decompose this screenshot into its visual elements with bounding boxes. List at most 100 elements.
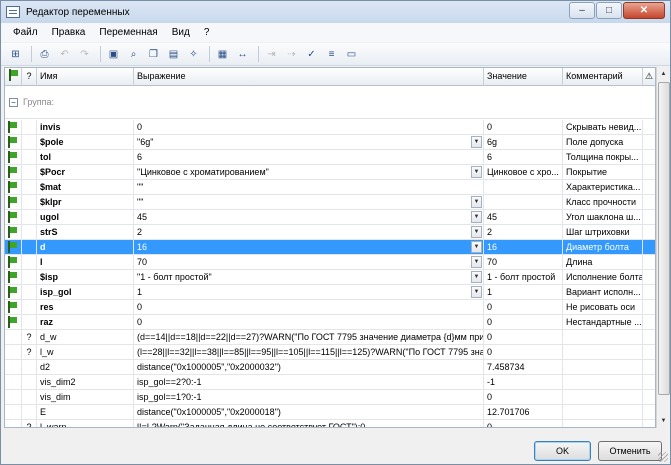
column-header-value[interactable]: Значение [484, 68, 563, 86]
expression-cell[interactable]: 0 [134, 315, 484, 330]
flag-cell[interactable] [5, 420, 22, 427]
calc-icon[interactable]: ▦ [214, 46, 231, 62]
expression-cell[interactable]: "" ▼ [134, 195, 484, 210]
comment-cell[interactable] [563, 405, 643, 420]
comment-cell[interactable]: Толщина покры... [563, 150, 643, 165]
vertical-scrollbar[interactable]: ▲ ▼ [656, 67, 670, 428]
comment-cell[interactable]: Характеристика... [563, 180, 643, 195]
table-row[interactable]: vis_dim isp_gol==1?0:-1 0 [5, 390, 655, 405]
variable-name[interactable]: l_warn [37, 420, 134, 427]
ok-button[interactable]: OK [534, 441, 591, 461]
expression-cell[interactable]: (l==28||l==32||l==38||l==85||l==95||l==1… [134, 345, 484, 360]
comment-cell[interactable]: Угол шаклона ш... [563, 210, 643, 225]
comment-cell[interactable]: Не рисовать оси [563, 300, 643, 315]
warning-icon[interactable]: ⚠ [643, 68, 655, 86]
variable-name[interactable]: $klpr [37, 195, 134, 210]
dropdown-arrow-icon[interactable]: ▼ [471, 166, 482, 178]
flag-cell[interactable] [5, 135, 22, 150]
maximize-button[interactable]: □ [596, 2, 622, 19]
flag-cell[interactable] [5, 345, 22, 360]
paste-icon[interactable]: ▤ [165, 46, 182, 62]
variable-name[interactable]: $Pocr [37, 165, 134, 180]
table-row[interactable]: d 16 ▼ 16 Диаметр болта [5, 240, 655, 255]
flag-cell[interactable] [5, 210, 22, 225]
flag-cell[interactable] [5, 120, 22, 135]
comment-cell[interactable]: Нестандартные ... [563, 315, 643, 330]
column-header-name[interactable]: Имя [37, 68, 134, 86]
expression-cell[interactable]: "" [134, 180, 484, 195]
table-row[interactable]: $klpr "" ▼ Класс прочности [5, 195, 655, 210]
close-button[interactable]: ✕ [623, 2, 665, 19]
menu-file[interactable]: Файл [13, 27, 38, 38]
comment-cell[interactable]: Поле допуска [563, 135, 643, 150]
expression-cell[interactable]: distance("0x1000005","0x2000032") [134, 360, 484, 375]
flag-cell[interactable] [5, 375, 22, 390]
expression-cell[interactable]: 0 [134, 300, 484, 315]
scroll-down-icon[interactable]: ▼ [657, 414, 670, 428]
redo-icon[interactable]: ↷ [76, 46, 93, 62]
comment-cell[interactable]: Шаг штриховки [563, 225, 643, 240]
copy-icon[interactable]: ❐ [145, 46, 162, 62]
flag-cell[interactable] [5, 150, 22, 165]
table-row[interactable]: $Pocr "Цинковое с хроматированием" ▼ Цинков… [5, 165, 655, 180]
column-header-flag[interactable] [5, 68, 22, 86]
table-row[interactable]: l 70 ▼ 70 Длина [5, 255, 655, 270]
dropdown-arrow-icon[interactable]: ▼ [471, 241, 482, 253]
variable-name[interactable]: isp_gol [37, 285, 134, 300]
flag-cell[interactable] [5, 165, 22, 180]
var-props-icon[interactable]: ≡ [323, 46, 340, 62]
table-row[interactable]: ? l_warn l!=L?Warn("Заданная длина не соот… [5, 420, 655, 427]
variable-name[interactable]: d_w [37, 330, 134, 345]
variable-name[interactable]: $mat [37, 180, 134, 195]
flag-cell[interactable] [5, 195, 22, 210]
binoculars-icon[interactable]: ⌕ [125, 46, 142, 62]
resize-grip[interactable] [658, 452, 668, 462]
table-row[interactable]: d2 distance("0x1000005","0x2000032") 7.458… [5, 360, 655, 375]
expression-cell[interactable]: "1 - болт простой" ▼ [134, 270, 484, 285]
flag-cell[interactable] [5, 270, 22, 285]
var-add-icon[interactable]: ⊞ [7, 46, 24, 62]
comment-cell[interactable] [563, 420, 643, 427]
column-header-question[interactable]: ? [22, 68, 37, 86]
print-icon[interactable]: ⎙ [36, 46, 53, 62]
variable-name[interactable]: $isp [37, 270, 134, 285]
flag-cell[interactable] [5, 225, 22, 240]
variable-name[interactable]: E [37, 405, 134, 420]
flag-cell[interactable] [5, 255, 22, 270]
expression-cell[interactable]: isp_gol==2?0:-1 [134, 375, 484, 390]
flag-cell[interactable] [5, 360, 22, 375]
menu-help[interactable]: ? [204, 27, 210, 38]
dropdown-arrow-icon[interactable]: ▼ [471, 196, 482, 208]
expression-cell[interactable]: 2 ▼ [134, 225, 484, 240]
comment-cell[interactable]: Длина [563, 255, 643, 270]
comment-cell[interactable]: Скрывать невид... [563, 120, 643, 135]
group-row[interactable]: − Группа: [5, 87, 655, 119]
expression-cell[interactable]: "Цинковое с хроматированием" ▼ [134, 165, 484, 180]
comment-cell[interactable] [563, 390, 643, 405]
variable-name[interactable]: ugol [37, 210, 134, 225]
menu-variable[interactable]: Переменная [99, 27, 157, 38]
wizard-icon[interactable]: ✧ [185, 46, 202, 62]
variable-name[interactable]: res [37, 300, 134, 315]
comment-cell[interactable]: Исполнение болта [563, 270, 643, 285]
variable-name[interactable]: d [37, 240, 134, 255]
table-row[interactable]: res 0 0 Не рисовать оси [5, 300, 655, 315]
variable-name[interactable]: d2 [37, 360, 134, 375]
expression-cell[interactable]: 0 [134, 120, 484, 135]
dimension-icon[interactable]: ↔ [234, 46, 251, 62]
menu-edit[interactable]: Правка [52, 27, 86, 38]
flag-cell[interactable] [5, 330, 22, 345]
variable-name[interactable]: l_w [37, 345, 134, 360]
flag-cell[interactable] [5, 405, 22, 420]
panel-icon[interactable]: ▭ [343, 46, 360, 62]
table-row[interactable]: Edistance("0x1000005","0x2000018") 12.701… [5, 405, 655, 420]
variable-name[interactable]: tol [37, 150, 134, 165]
dropdown-arrow-icon[interactable]: ▼ [471, 256, 482, 268]
move-right-alt-icon[interactable]: ⇢ [283, 46, 300, 62]
comment-cell[interactable] [563, 345, 643, 360]
comment-cell[interactable] [563, 375, 643, 390]
scroll-up-icon[interactable]: ▲ [657, 67, 670, 81]
variable-name[interactable]: vis_dim2 [37, 375, 134, 390]
scroll-thumb[interactable] [658, 82, 670, 395]
column-header-expression[interactable]: Выражение [134, 68, 484, 86]
